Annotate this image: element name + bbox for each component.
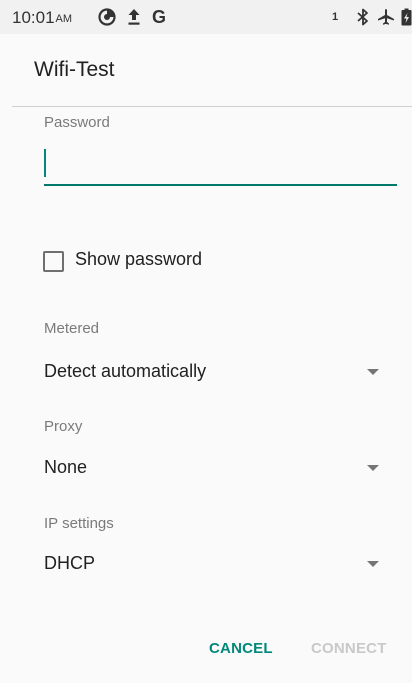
text-cursor [44, 149, 46, 177]
dropdown-arrow-icon [367, 465, 379, 471]
show-password-checkbox[interactable] [43, 251, 64, 272]
ip-settings-dropdown[interactable]: DHCP [44, 549, 397, 579]
status-time-ampm: AM [55, 13, 73, 25]
password-label: Password [44, 114, 110, 131]
data-saver-icon [98, 8, 116, 26]
proxy-dropdown[interactable]: None [44, 453, 397, 483]
google-icon: G [152, 7, 167, 27]
title-divider [12, 106, 412, 107]
metered-label: Metered [44, 320, 100, 337]
airplane-icon [377, 8, 395, 26]
connect-button[interactable]: CONNECT [311, 640, 387, 657]
ip-settings-value: DHCP [44, 553, 96, 573]
dropdown-arrow-icon [367, 561, 379, 567]
proxy-label: Proxy [44, 418, 83, 435]
password-input[interactable] [44, 142, 397, 186]
battery-icon [401, 8, 412, 26]
sim-number: 1 [332, 11, 339, 23]
metered-value: Detect automatically [44, 361, 207, 381]
ip-settings-label: IP settings [44, 515, 114, 532]
status-time: 10:01AM [12, 8, 72, 28]
bluetooth-icon [356, 8, 370, 26]
status-time-value: 10:01 [12, 8, 55, 27]
dialog-title: Wifi-Test [34, 58, 115, 81]
cancel-button[interactable]: CANCEL [209, 640, 273, 657]
wifi-dialog-screen: 10:01AM G 1 Wifi-Test Password Show pass… [0, 0, 412, 683]
upload-icon [127, 8, 141, 26]
proxy-value: None [44, 457, 88, 477]
dropdown-arrow-icon [367, 369, 379, 375]
metered-dropdown[interactable]: Detect automatically [44, 357, 397, 387]
status-bar: 10:01AM G 1 [0, 0, 412, 34]
show-password-label: Show password [75, 249, 203, 269]
